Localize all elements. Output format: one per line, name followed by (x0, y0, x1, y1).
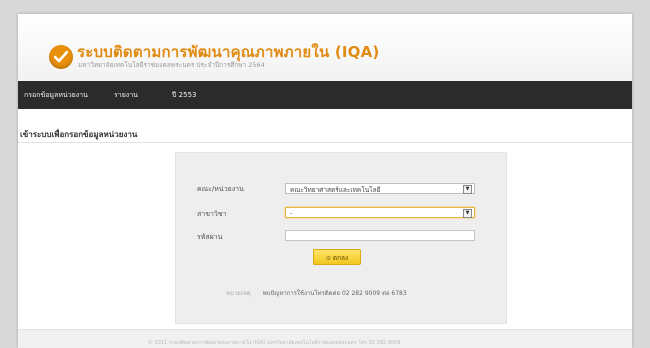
nav-item-year[interactable]: ปี 2553 (172, 90, 196, 101)
login-panel: คณะ/หน่วยงาน คณะวิทยาศาสตร์และเทคโนโลยี … (175, 152, 507, 324)
app-subtitle: มหาวิทยาลัยเทคโนโลยีราชมงคลพระนคร ประจำป… (78, 61, 265, 69)
program-select[interactable]: - ▼ (285, 207, 475, 218)
faculty-select[interactable]: คณะวิทยาศาสตร์และเทคโนโลยี ▼ (285, 183, 475, 194)
submit-button-label: ตกลง (332, 254, 349, 262)
program-label: สาขาวิชา (197, 210, 227, 218)
circle-icon: ⊙ (325, 255, 331, 262)
password-field[interactable] (285, 230, 475, 241)
chevron-down-icon: ▼ (463, 209, 472, 218)
note-text: พบปัญหาการใช้งานโทรติดต่อ 02 282 9009 ต่… (262, 290, 407, 297)
password-label: รหัสผ่าน (197, 233, 223, 241)
nav-bar: กรอกข้อมูลหน่วยงาน รายงาน ปี 2553 (18, 81, 632, 109)
check-icon (49, 45, 73, 69)
chevron-down-icon: ▼ (463, 185, 472, 194)
header: ระบบติดตามการพัฒนาคุณภาพภายใน (IQA) มหาว… (18, 14, 632, 81)
faculty-label: คณะ/หน่วยงาน (197, 185, 244, 193)
submit-button[interactable]: ⊙ ตกลง (313, 249, 361, 265)
note-prefix: หมายเหตุ (226, 290, 251, 297)
divider (18, 142, 632, 143)
footer-text: © 2011 ระบบติดตามการพัฒนาคุณภาพภายใน (IQ… (148, 340, 401, 346)
faculty-select-value: คณะวิทยาศาสตร์และเทคโนโลยี (290, 186, 381, 194)
page-container: ระบบติดตามการพัฒนาคุณภาพภายใน (IQA) มหาว… (18, 14, 632, 348)
nav-item-report[interactable]: รายงาน (114, 90, 138, 101)
page-title: เข้าระบบเพื่อกรอกข้อมูลหน่วยงาน (20, 130, 138, 139)
help-note: หมายเหตุ พบปัญหาการใช้งานโทรติดต่อ 02 282… (226, 288, 407, 298)
program-select-value: - (290, 209, 293, 217)
nav-item-data-entry[interactable]: กรอกข้อมูลหน่วยงาน (24, 90, 88, 101)
